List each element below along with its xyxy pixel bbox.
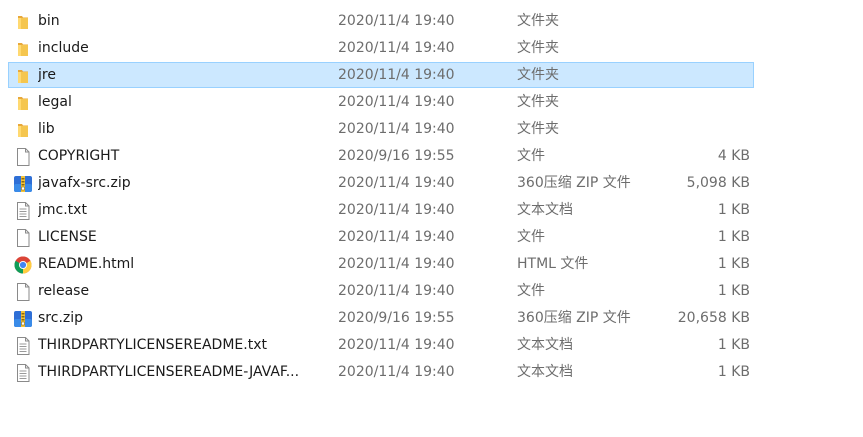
file-row-jmc-txt[interactable]: jmc.txt 2020/11/4 19:40 文本文档 1 KB [0, 197, 863, 224]
file-modified-date: 2020/11/4 19:40 [338, 121, 455, 137]
file-row-copyright[interactable]: COPYRIGHT 2020/9/16 19:55 文件 4 KB [0, 143, 863, 170]
file-row-thirdpartylicensereadme-txt[interactable]: THIRDPARTYLICENSEREADME.txt 2020/11/4 19:… [0, 332, 863, 359]
file-size [650, 116, 750, 143]
file-size: 20,658 KB [677, 310, 750, 326]
folder-icon [12, 116, 34, 143]
file-size: 1 KB [717, 283, 750, 299]
file-size [650, 62, 750, 89]
file-row-javafx-src-zip[interactable]: javafx-src.zip 2020/11/4 19:40 360压缩 ZIP 文… [0, 170, 863, 197]
file-list: bin 2020/11/4 19:40 文件夹 include 2020/11/4 19… [0, 8, 863, 386]
file-row-src-zip[interactable]: src.zip 2020/9/16 19:55 360压缩 ZIP 文件 20,658… [0, 305, 863, 332]
file-name: release [38, 283, 90, 299]
file-size: 5,098 KB [686, 175, 750, 191]
file-modified-date: 2020/11/4 19:40 [338, 13, 455, 29]
file-row-thirdpartylicensereadme-javaf[interactable]: THIRDPARTYLICENSEREADME-JAVAF... 2020/11/… [0, 359, 863, 386]
file-name: include [38, 40, 89, 56]
file-name: LICENSE [38, 229, 97, 245]
file-row-release[interactable]: release 2020/11/4 19:40 文件 1 KB [0, 278, 863, 305]
file-row-lib[interactable]: lib 2020/11/4 19:40 文件夹 [0, 116, 863, 143]
file-size [650, 8, 750, 35]
file-size [650, 35, 750, 62]
file-name: THIRDPARTYLICENSEREADME-JAVAF... [38, 364, 300, 380]
file-row-jre[interactable]: jre 2020/11/4 19:40 文件夹 [0, 62, 863, 89]
file-size: 1 KB [717, 202, 750, 218]
file-modified-date: 2020/9/16 19:55 [338, 310, 455, 326]
file-modified-date: 2020/11/4 19:40 [338, 202, 455, 218]
file-modified-date: 2020/11/4 19:40 [338, 40, 455, 56]
file-size: 1 KB [717, 364, 750, 380]
text-file-icon [12, 332, 34, 359]
file-size: 1 KB [717, 337, 750, 353]
zip-archive-icon [12, 305, 34, 332]
file-row-readme-html[interactable]: README.html 2020/11/4 19:40 HTML 文件 1 KB [0, 251, 863, 278]
file-modified-date: 2020/9/16 19:55 [338, 148, 455, 164]
chrome-icon [12, 251, 34, 278]
text-file-icon [12, 197, 34, 224]
file-name: lib [38, 121, 55, 137]
file-size: 1 KB [717, 256, 750, 272]
folder-icon [12, 89, 34, 116]
file-size [650, 89, 750, 116]
file-name: legal [38, 94, 72, 110]
file-row-bin[interactable]: bin 2020/11/4 19:40 文件夹 [0, 8, 863, 35]
file-icon [12, 224, 34, 251]
file-name: README.html [38, 256, 135, 272]
file-modified-date: 2020/11/4 19:40 [338, 67, 455, 83]
file-size: 4 KB [717, 148, 750, 164]
file-modified-date: 2020/11/4 19:40 [338, 229, 455, 245]
file-name: jmc.txt [38, 202, 87, 218]
file-name: THIRDPARTYLICENSEREADME.txt [38, 337, 267, 353]
file-name: bin [38, 13, 60, 29]
file-modified-date: 2020/11/4 19:40 [338, 337, 455, 353]
file-name: src.zip [38, 310, 84, 326]
file-modified-date: 2020/11/4 19:40 [338, 94, 455, 110]
file-size: 1 KB [717, 229, 750, 245]
zip-archive-icon [12, 170, 34, 197]
folder-icon [12, 35, 34, 62]
file-modified-date: 2020/11/4 19:40 [338, 256, 455, 272]
folder-icon [12, 8, 34, 35]
file-modified-date: 2020/11/4 19:40 [338, 175, 455, 191]
file-modified-date: 2020/11/4 19:40 [338, 364, 455, 380]
file-name: COPYRIGHT [38, 148, 120, 164]
file-name: jre [38, 67, 56, 83]
file-icon [12, 143, 34, 170]
text-file-icon [12, 359, 34, 386]
file-icon [12, 278, 34, 305]
file-row-include[interactable]: include 2020/11/4 19:40 文件夹 [0, 35, 863, 62]
folder-icon [12, 62, 34, 89]
file-row-license[interactable]: LICENSE 2020/11/4 19:40 文件 1 KB [0, 224, 863, 251]
file-name: javafx-src.zip [38, 175, 131, 191]
file-row-legal[interactable]: legal 2020/11/4 19:40 文件夹 [0, 89, 863, 116]
file-modified-date: 2020/11/4 19:40 [338, 283, 455, 299]
